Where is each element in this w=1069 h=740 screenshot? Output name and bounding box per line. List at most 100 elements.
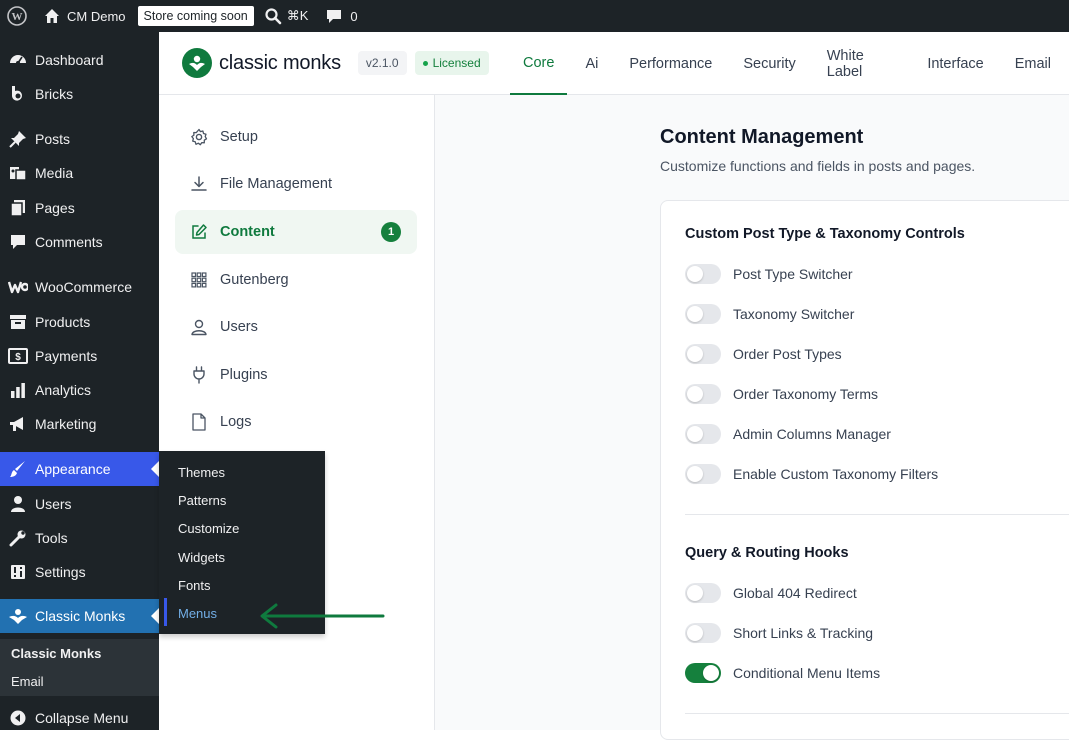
page-subtitle: Customize functions and fields in posts … (660, 158, 976, 174)
annotation-arrow (260, 603, 385, 629)
main-content: Content Management Customize functions a… (435, 95, 1069, 740)
tab-email[interactable]: Email (1002, 32, 1064, 95)
classic-monks-submenu: Classic Monks Email (0, 639, 159, 696)
flyout-customize[interactable]: Customize (159, 515, 325, 543)
home-icon (45, 9, 59, 23)
toggle-row[interactable]: Post Type Switcher (685, 262, 853, 286)
header-tabs: Core Ai Performance Security White Label… (510, 32, 1069, 95)
menu-bricks[interactable]: Bricks (0, 77, 159, 111)
store-status[interactable]: Store coming soon (132, 0, 260, 32)
comment-bubble-icon (327, 10, 342, 23)
admin-columns-manager-toggle[interactable] (685, 424, 721, 444)
custom-taxonomy-filters-toggle[interactable] (685, 464, 721, 484)
content-count-badge: 1 (381, 222, 401, 242)
toggle-row[interactable]: Taxonomy Switcher (685, 302, 854, 326)
submenu-email[interactable]: Email (0, 667, 159, 695)
nav-plugins[interactable]: Plugins (175, 353, 417, 397)
current-pointer (151, 461, 159, 477)
flyout-patterns[interactable]: Patterns (159, 486, 325, 514)
classic-monks-icon (8, 606, 28, 626)
toggle-row[interactable]: Order Post Types (685, 342, 842, 366)
global-404-redirect-toggle[interactable] (685, 583, 721, 603)
toggle-row[interactable]: Global 404 Redirect (685, 581, 857, 605)
menu-label: Dashboard (35, 52, 104, 68)
menu-pages[interactable]: Pages (0, 191, 159, 225)
tab-white-label[interactable]: White Label (814, 32, 910, 95)
conditional-menu-items-toggle[interactable] (685, 663, 721, 683)
menu-label: Bricks (35, 86, 74, 102)
settings-icon (8, 562, 28, 582)
tab-interface[interactable]: Interface (914, 32, 996, 95)
license-dot (422, 60, 428, 66)
site-home-link[interactable]: CM Demo (33, 0, 132, 32)
toggle-row[interactable]: Order Taxonomy Terms (685, 382, 878, 406)
brand-name: classic monks (219, 51, 341, 74)
brand[interactable]: classic monks (182, 48, 341, 78)
order-taxonomy-terms-toggle[interactable] (685, 384, 721, 404)
site-name: CM Demo (67, 8, 126, 24)
settings-card: Custom Post Type & Taxonomy Controls Pos… (660, 200, 1069, 740)
submenu-classic-monks[interactable]: Classic Monks (0, 639, 159, 667)
tab-core[interactable]: Core (510, 32, 568, 95)
menu-label: Payments (35, 348, 98, 364)
pin-icon (8, 129, 28, 149)
toggle-label: Enable Custom Taxonomy Filters (733, 466, 939, 482)
menu-posts[interactable]: Posts (0, 122, 159, 156)
toggle-row[interactable]: Admin Columns Manager (685, 422, 891, 446)
menu-appearance[interactable]: Appearance (0, 452, 159, 486)
menu-comments[interactable]: Comments (0, 225, 159, 259)
comments-link[interactable]: 0 (314, 0, 363, 32)
toggle-label: Post Type Switcher (733, 266, 853, 282)
flyout-themes[interactable]: Themes (159, 458, 325, 486)
menu-media[interactable]: Media (0, 156, 159, 190)
menu-label: Classic Monks (35, 608, 126, 624)
users-icon (8, 494, 28, 514)
menu-products[interactable]: Products (0, 305, 159, 339)
tab-ai[interactable]: Ai (572, 32, 611, 95)
section-title: Custom Post Type & Taxonomy Controls (685, 226, 965, 242)
page-title: Content Management (660, 126, 864, 148)
flyout-fonts[interactable]: Fonts (159, 571, 325, 599)
menu-payments[interactable]: $ Payments (0, 339, 159, 373)
toggle-row[interactable]: Enable Custom Taxonomy Filters (685, 462, 938, 486)
wrench-icon (8, 528, 28, 548)
wordpress-logo-icon[interactable]: W (0, 0, 33, 32)
menu-classic-monks[interactable]: Classic Monks (0, 599, 159, 633)
post-type-switcher-toggle[interactable] (685, 264, 721, 284)
nav-logs[interactable]: Logs (175, 400, 417, 444)
menu-users[interactable]: Users (0, 487, 159, 521)
menu-marketing[interactable]: Marketing (0, 407, 159, 441)
flyout-widgets[interactable]: Widgets (159, 543, 325, 571)
menu-tools[interactable]: Tools (0, 521, 159, 555)
svg-text:$: $ (15, 352, 21, 363)
archive-icon (8, 312, 28, 332)
menu-dashboard[interactable]: Dashboard (0, 43, 159, 77)
collapse-icon (8, 708, 28, 728)
menu-label: Users (35, 496, 72, 512)
menu-woocommerce[interactable]: WooCommerce (0, 270, 159, 304)
dashboard-icon (8, 50, 28, 70)
toggle-row[interactable]: Conditional Menu Items (685, 661, 880, 685)
section-divider (685, 713, 1069, 714)
comments-count: 0 (350, 8, 358, 24)
menu-analytics[interactable]: Analytics (0, 373, 159, 407)
store-badge: Store coming soon (137, 6, 254, 26)
nav-file-management[interactable]: File Management (175, 162, 417, 206)
menu-settings[interactable]: Settings (0, 555, 159, 589)
command-palette-button[interactable]: ⌘K (260, 0, 315, 32)
taxonomy-switcher-toggle[interactable] (685, 304, 721, 324)
nav-users[interactable]: Users (175, 305, 417, 349)
section-title: Query & Routing Hooks (685, 545, 849, 561)
tab-security[interactable]: Security (730, 32, 808, 95)
menu-label: Marketing (35, 416, 97, 432)
tab-performance[interactable]: Performance (616, 32, 725, 95)
toggle-row[interactable]: Short Links & Tracking (685, 621, 873, 645)
short-links-tracking-toggle[interactable] (685, 623, 721, 643)
nav-gutenberg[interactable]: Gutenberg (175, 258, 417, 302)
order-post-types-toggle[interactable] (685, 344, 721, 364)
nav-content[interactable]: Content 1 (175, 210, 417, 254)
version-badge: v2.1.0 (357, 51, 407, 75)
gear-icon (190, 128, 208, 146)
menu-label: Tools (35, 530, 68, 546)
nav-setup[interactable]: Setup (175, 115, 417, 159)
